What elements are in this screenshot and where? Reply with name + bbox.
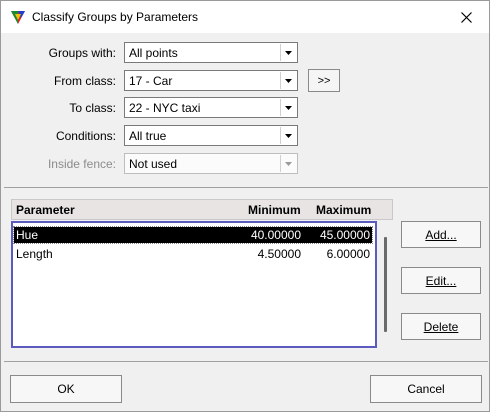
parameters-panel: Parameter Minimum Maximum Hue 40.00000 4… (4, 189, 488, 362)
title-bar: Classify Groups by Parameters (1, 1, 489, 33)
conditions-select[interactable]: All true (124, 125, 298, 146)
window-title: Classify Groups by Parameters (32, 10, 199, 24)
parameters-list[interactable]: Hue 40.00000 45.00000 Length 4.50000 6.0… (11, 221, 377, 348)
from-class-value: 17 - Car (129, 74, 173, 88)
ok-button-label: OK (57, 382, 75, 396)
from-class-label: From class: (53, 74, 116, 88)
cancel-button[interactable]: Cancel (370, 375, 482, 403)
row-parameter: Hue (16, 228, 39, 242)
inside-fence-value: Not used (129, 157, 178, 171)
chevron-down-icon (280, 155, 296, 172)
row-minimum: 40.00000 (250, 228, 301, 242)
list-row-hue[interactable]: Hue 40.00000 45.00000 (13, 226, 373, 244)
groups-with-label: Groups with: (48, 46, 116, 60)
classification-options-panel: Groups with: All points From class: 17 -… (4, 34, 488, 188)
cancel-button-label: Cancel (407, 382, 445, 396)
groups-with-select[interactable]: All points (124, 42, 298, 63)
conditions-value: All true (129, 129, 167, 143)
close-icon (460, 11, 472, 23)
list-row-length[interactable]: Length 4.50000 6.00000 (14, 246, 372, 262)
inside-fence-label: Inside fence: (47, 157, 116, 171)
column-header-maximum: Maximum (316, 203, 372, 217)
add-button[interactable]: Add... (401, 221, 481, 248)
from-class-select[interactable]: 17 - Car (124, 70, 298, 91)
dialog-window: Classify Groups by Parameters Groups wit… (0, 0, 490, 412)
chevron-down-icon[interactable] (280, 127, 296, 144)
edit-button-label: Edit... (425, 273, 457, 288)
list-scrollbar-thumb[interactable] (384, 237, 387, 332)
close-button[interactable] (443, 1, 489, 33)
row-minimum: 4.50000 (257, 247, 301, 261)
add-button-label: Add... (425, 227, 457, 242)
chevron-down-icon[interactable] (280, 99, 296, 116)
edit-button[interactable]: Edit... (401, 267, 481, 294)
chevron-down-icon[interactable] (280, 72, 296, 89)
row-maximum: 6.00000 (326, 247, 370, 261)
chevron-down-icon[interactable] (280, 44, 296, 61)
column-header-parameter: Parameter (16, 203, 75, 217)
delete-button[interactable]: Delete (401, 313, 481, 340)
parameters-list-header: Parameter Minimum Maximum (11, 199, 393, 220)
row-maximum: 45.00000 (319, 228, 370, 242)
to-class-value: 22 - NYC taxi (129, 101, 201, 115)
swap-classes-button[interactable]: >> (308, 69, 340, 92)
to-class-select[interactable]: 22 - NYC taxi (124, 97, 298, 118)
conditions-label: Conditions: (55, 129, 116, 143)
ok-button[interactable]: OK (10, 375, 122, 403)
triangle-app-icon (11, 11, 25, 24)
column-header-minimum: Minimum (248, 203, 301, 217)
groups-with-value: All points (129, 46, 178, 60)
inside-fence-select: Not used (124, 153, 298, 174)
row-parameter: Length (16, 247, 53, 261)
delete-button-label: Delete (423, 319, 459, 334)
to-class-label: To class: (69, 101, 116, 115)
